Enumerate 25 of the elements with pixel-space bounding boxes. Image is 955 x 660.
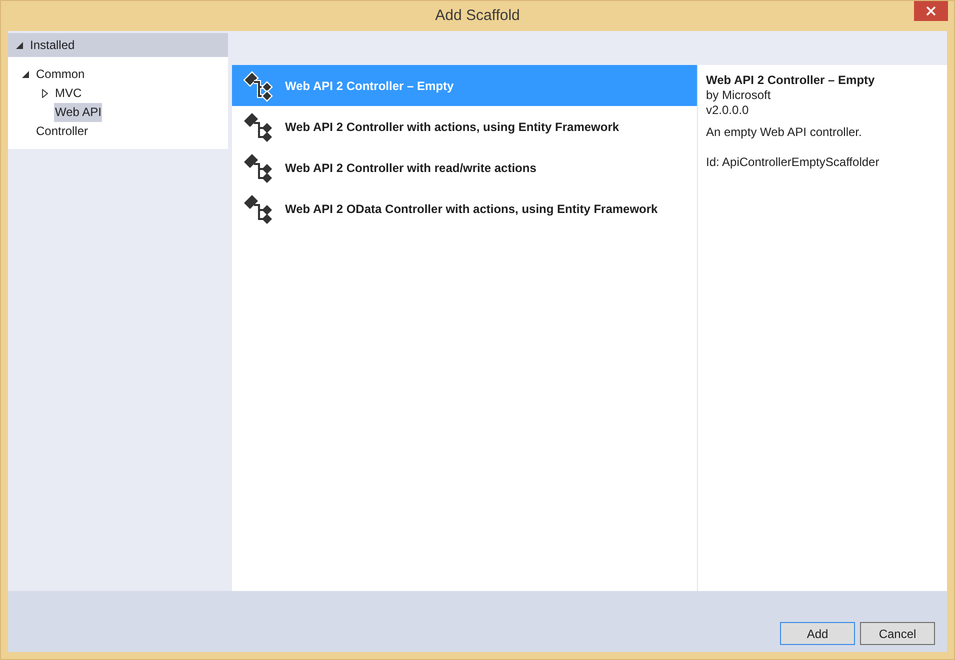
hierarchy-icon bbox=[242, 151, 275, 184]
expand-icon[interactable] bbox=[42, 89, 48, 98]
template-item[interactable]: Web API 2 Controller with read/write actions bbox=[232, 147, 697, 188]
details-version: v2.0.0.0 bbox=[706, 103, 750, 118]
dialog-button[interactable]: Add bbox=[780, 622, 855, 645]
tree-item[interactable]: Controller bbox=[35, 122, 90, 141]
close-icon bbox=[926, 6, 936, 16]
details-author: by Microsoft bbox=[706, 88, 772, 103]
tree-item[interactable]: Common bbox=[35, 65, 86, 84]
tree-item[interactable]: Web API bbox=[54, 103, 102, 122]
dialog-button[interactable]: Cancel bbox=[860, 622, 935, 645]
details-description: An empty Web API controller. bbox=[706, 125, 863, 140]
template-item[interactable]: Web API 2 Controller with actions, using Entity Framework bbox=[232, 106, 697, 147]
hierarchy-icon bbox=[242, 110, 275, 143]
collapse-icon[interactable] bbox=[22, 71, 29, 78]
window-title: Add Scaffold bbox=[435, 6, 520, 26]
details-title: Web API 2 Controller – Empty bbox=[706, 73, 876, 88]
template-item[interactable]: Web API 2 OData Controller with actions, using Entity Framework bbox=[232, 188, 697, 229]
hierarchy-icon bbox=[242, 69, 275, 102]
expand-icon[interactable] bbox=[16, 42, 22, 48]
tree-item[interactable]: MVC bbox=[54, 84, 83, 103]
tree-header[interactable]: Installed bbox=[8, 33, 228, 57]
close-button[interactable] bbox=[914, 1, 948, 21]
details-id: Id: ApiControllerEmptyScaffolder bbox=[706, 155, 880, 170]
hierarchy-icon bbox=[242, 192, 275, 225]
